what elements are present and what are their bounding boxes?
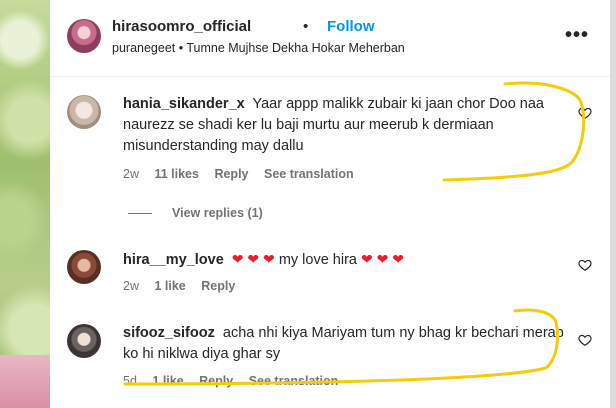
comment-meta: 2w 11 likes Reply See translation [123, 167, 366, 181]
like-heart-icon[interactable] [578, 258, 592, 272]
like-heart-icon[interactable] [578, 333, 592, 347]
post-header: hirasoomro_official • Follow puranegeet … [50, 0, 610, 77]
avatar[interactable] [67, 95, 101, 129]
background-photo [0, 0, 50, 408]
comment-text: hania_sikander_x Yaar appp malikk zubair… [123, 94, 568, 157]
reply-button[interactable]: Reply [199, 374, 233, 388]
comment-meta: 2w 1 like Reply [123, 279, 247, 293]
avatar[interactable] [67, 19, 101, 53]
comment-text: hira__my_love ❤ ❤ ❤ my love hira ❤ ❤ ❤ [123, 249, 568, 271]
reply-button[interactable]: Reply [201, 279, 235, 293]
comment-text: sifooz_sifooz acha nhi kiya Mariyam tum … [123, 323, 568, 365]
comment-meta: 5d 1 like Reply See translation [123, 374, 350, 388]
more-options-icon[interactable]: ••• [565, 24, 589, 47]
likes-count[interactable]: 1 like [152, 374, 183, 388]
comment-age: 2w [123, 167, 139, 181]
likes-count[interactable]: 11 likes [154, 167, 199, 181]
avatar[interactable] [67, 250, 101, 284]
comment-age: 5d [123, 374, 137, 388]
likes-count[interactable]: 1 like [154, 279, 185, 293]
comment-username[interactable]: sifooz_sifooz [123, 325, 215, 341]
comment-username[interactable]: hania_sikander_x [123, 96, 245, 112]
audio-link[interactable]: puranegeet • Tumne Mujhse Dekha Hokar Me… [112, 41, 405, 55]
avatar[interactable] [67, 324, 101, 358]
like-heart-icon[interactable] [578, 106, 592, 120]
author-username[interactable]: hirasoomro_official [112, 18, 251, 35]
red-heart-emoji-icon: ❤ ❤ ❤ [361, 251, 404, 267]
comment-username[interactable]: hira__my_love [123, 252, 224, 268]
view-replies-button[interactable]: View replies (1) [172, 206, 263, 220]
scrollbar[interactable] [610, 0, 616, 408]
red-heart-emoji-icon: ❤ ❤ ❤ [231, 251, 275, 267]
comment-age: 2w [123, 279, 139, 293]
view-replies-line [128, 213, 152, 214]
background-photo-accent [0, 355, 50, 408]
reply-button[interactable]: Reply [214, 167, 248, 181]
see-translation-button[interactable]: See translation [264, 167, 354, 181]
comments-panel: hirasoomro_official • Follow puranegeet … [50, 0, 616, 408]
separator-dot: • [303, 18, 309, 35]
follow-button[interactable]: Follow [327, 18, 375, 35]
comment-body: my love hira [278, 252, 357, 268]
see-translation-button[interactable]: See translation [249, 374, 339, 388]
